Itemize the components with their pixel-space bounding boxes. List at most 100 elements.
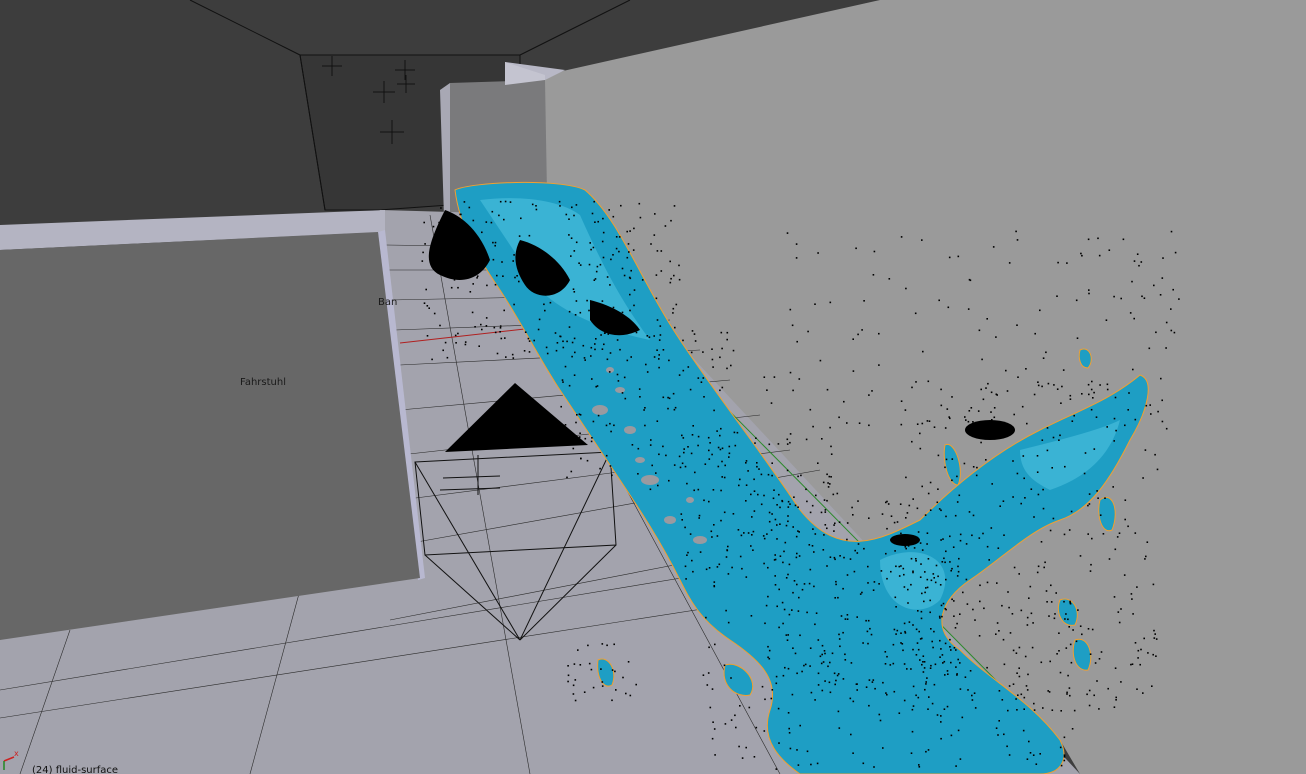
particle	[579, 264, 582, 266]
particle	[894, 550, 896, 552]
particle	[685, 578, 687, 580]
particle	[986, 545, 989, 548]
particle	[596, 385, 599, 387]
particle	[531, 203, 534, 206]
particle	[795, 556, 798, 559]
particle	[672, 307, 675, 310]
particle	[806, 611, 808, 614]
particle	[907, 602, 909, 604]
particle	[422, 251, 424, 254]
particle	[602, 314, 604, 317]
particle	[931, 702, 934, 705]
particle	[593, 200, 595, 203]
particle	[1153, 629, 1155, 632]
particle	[837, 673, 840, 675]
particle	[1029, 752, 1032, 754]
particle	[620, 313, 622, 316]
particle	[741, 567, 743, 570]
particle	[492, 241, 494, 244]
3d-viewport[interactable]: Fahrstuhl Ban x (24) fluid-surface	[0, 0, 1306, 774]
particle	[687, 551, 689, 554]
particle	[1075, 640, 1078, 643]
particle	[521, 268, 523, 271]
particle	[923, 661, 926, 663]
particle	[546, 352, 549, 355]
particle	[691, 434, 694, 436]
particle	[1001, 604, 1003, 607]
particle	[713, 524, 715, 526]
particle	[772, 497, 775, 500]
particle	[627, 327, 629, 330]
particle	[775, 768, 778, 770]
particle	[1162, 257, 1164, 259]
particle	[985, 387, 987, 389]
particle	[1064, 618, 1066, 620]
particle	[905, 517, 907, 519]
particle	[610, 258, 612, 261]
particle	[1091, 628, 1094, 631]
particle	[983, 607, 985, 610]
particle	[1003, 733, 1005, 736]
particle	[867, 582, 869, 584]
particle	[628, 251, 630, 253]
scene-canvas[interactable]	[0, 0, 1306, 774]
particle	[752, 549, 754, 551]
particle	[1130, 593, 1133, 595]
particle	[768, 657, 771, 660]
particle	[592, 246, 595, 249]
particle	[782, 622, 784, 625]
particle	[895, 606, 897, 608]
particle	[600, 309, 603, 311]
particle	[936, 501, 939, 504]
particle	[1008, 685, 1011, 687]
particle	[797, 764, 800, 766]
particle	[912, 624, 914, 626]
particle	[1051, 467, 1053, 469]
particle	[833, 556, 836, 559]
particle	[1140, 261, 1143, 263]
particle	[761, 685, 764, 688]
particle	[784, 541, 787, 544]
particle	[537, 328, 540, 331]
particle	[995, 393, 998, 396]
particle	[800, 474, 802, 477]
particle	[871, 390, 873, 392]
particle	[601, 348, 604, 350]
particle	[964, 676, 967, 678]
particle	[768, 649, 771, 652]
particle	[774, 575, 776, 577]
particle	[838, 416, 840, 419]
particle	[986, 581, 989, 584]
particle	[1049, 660, 1051, 663]
particle	[678, 455, 681, 458]
particle	[728, 456, 730, 458]
particle	[929, 481, 932, 484]
particle	[1143, 297, 1146, 299]
particle	[753, 510, 756, 512]
particle	[965, 578, 968, 581]
particle	[1173, 331, 1176, 334]
particle	[602, 256, 605, 259]
particle	[868, 394, 870, 396]
particle	[1041, 385, 1043, 388]
particle	[1069, 643, 1072, 646]
particle	[1069, 694, 1071, 697]
particle	[789, 503, 791, 505]
particle	[924, 571, 926, 573]
particle	[783, 608, 786, 611]
particle	[1041, 439, 1044, 441]
particle	[473, 263, 476, 265]
particle	[575, 241, 578, 244]
particle	[597, 220, 599, 223]
particle	[481, 328, 483, 331]
particle	[812, 528, 814, 530]
particle	[604, 332, 606, 334]
particle	[1104, 497, 1106, 499]
particle	[1108, 558, 1111, 560]
particle	[605, 424, 608, 427]
particle	[583, 357, 586, 359]
particle	[938, 615, 941, 618]
particle	[602, 217, 604, 220]
particle	[829, 483, 831, 485]
particle	[787, 634, 789, 636]
